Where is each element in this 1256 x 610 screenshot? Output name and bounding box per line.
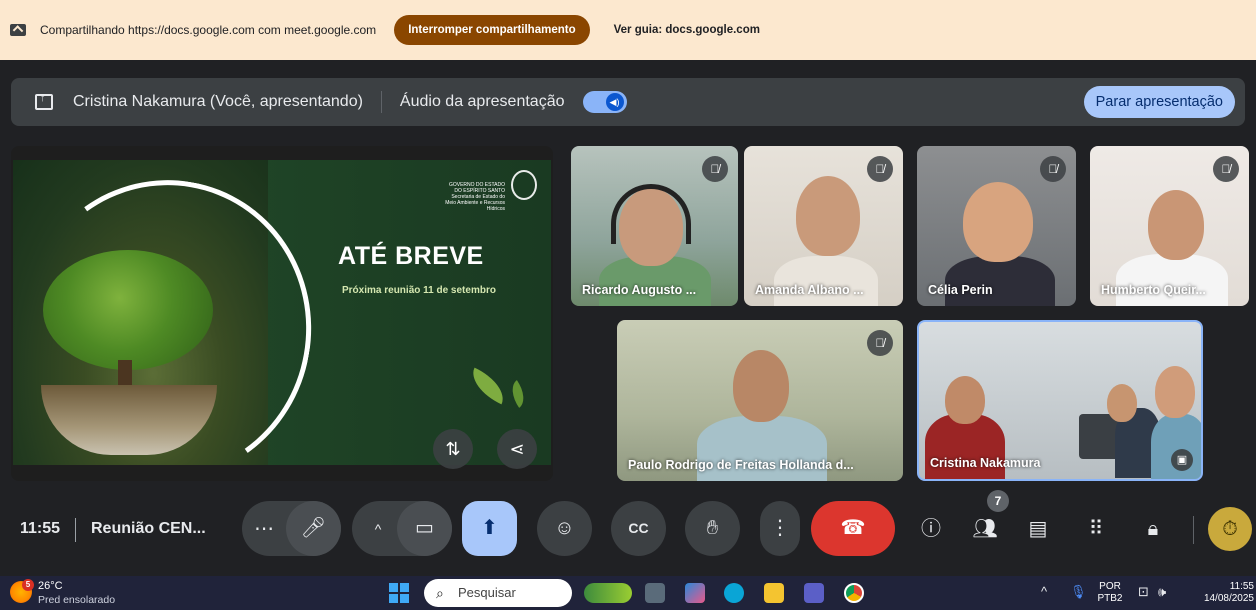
participant-face [963,182,1033,262]
stop-sharing-button[interactable]: Interromper compartilhamento [394,15,590,45]
present-screen-button[interactable]: ⬆ [462,501,517,556]
participant-face [1107,384,1137,422]
chevron-up-icon[interactable]: ^ [1041,584,1047,599]
share-icon[interactable]: ⋖ [497,429,537,469]
system-clock[interactable]: 11:55 14/08/2025 [1188,581,1254,605]
participant-name: Célia Perin [928,283,993,297]
picture-in-picture-icon[interactable]: ▣ [1171,449,1193,471]
timer-icon[interactable]: ⏱︎ [1208,507,1252,551]
slide-title: ATÉ BREVE [338,242,484,270]
emoji-reactions-button[interactable]: ☺ [537,501,592,556]
windows-taskbar: 5 26°C Pred ensolarado ⌕ Pesquisar ^ 🎙︎ … [0,576,1256,610]
search-placeholder: Pesquisar [458,585,516,600]
participant-face [1148,190,1204,260]
participant-name: Amanda Albano ... [755,283,864,297]
shared-presentation: GOVERNO DO ESTADO DO ESPÍRITO SANTO Secr… [11,146,553,481]
screen-share-icon [10,24,26,36]
participant-body [774,256,878,306]
view-tab-link[interactable]: Ver guia: docs.google.com [614,24,760,36]
taskbar-search-box[interactable]: ⌕ Pesquisar [424,579,572,607]
presenter-label: Cristina Nakamura (Você, apresentando) [73,93,363,110]
host-controls-lock-icon[interactable]: 🔒︎ [1133,509,1173,549]
meeting-time: 11:55 [20,520,61,537]
leaf-graphic [465,367,511,405]
sharing-message: Compartilhando https://docs.google.com c… [40,23,377,37]
stop-presenting-button[interactable]: Parar apresentação [1083,86,1235,118]
participant-body [1116,254,1228,306]
participant-name: Paulo Rodrigo de Freitas Hollanda d... [628,458,854,472]
meeting-info-icon[interactable]: ⓘ [911,509,951,549]
file-explorer-icon[interactable] [764,583,784,603]
participant-body [945,256,1055,306]
presentation-audio-toggle[interactable]: ◀) [582,91,627,113]
participant-tile[interactable]: 🎙̸ Célia Perin [917,146,1076,306]
divider [1193,516,1194,544]
participant-tile[interactable]: 🎙̸ Amanda Albano ... [744,146,903,306]
people-icon[interactable]: 👥︎ [965,509,1005,549]
widget-lizard-icon[interactable] [584,583,632,603]
mic-off-icon: 🎙̸ [1040,156,1066,182]
copilot-icon[interactable] [685,583,705,603]
more-options-button[interactable]: ⋮ [760,501,800,556]
participant-face [733,350,789,422]
weather-description: Pred ensolarado [38,594,116,606]
government-logo-text: GOVERNO DO ESTADO DO ESPÍRITO SANTO Secr… [445,182,505,212]
teams-icon[interactable] [804,583,824,603]
microphone-in-use-icon[interactable]: 🎙︎ [1070,584,1087,600]
presentation-bar: Cristina Nakamura (Você, apresentando) Á… [11,78,1245,126]
divider [75,518,76,542]
participant-face [796,176,860,256]
raise-hand-button[interactable]: ✋︎ [685,501,740,556]
participant-name: Cristina Nakamura [930,456,1041,470]
mic-off-icon: 🎙̸ [867,330,893,356]
swap-layout-button[interactable]: ⇅ [433,429,473,469]
volume-icon[interactable]: 🕪︎ [1158,584,1166,600]
slide-subtitle: Próxima reunião 11 de setembro [342,285,496,296]
state-seal-icon [511,170,537,200]
edge-browser-icon[interactable] [724,583,744,603]
audio-options-button[interactable]: ⋯ [244,509,284,549]
task-view-icon[interactable] [645,583,665,603]
meeting-name: Reunião CEN... [91,520,206,537]
search-icon: ⌕ [436,585,444,601]
participant-tile[interactable]: 🎙̸ Ricardo Augusto ... [571,146,738,306]
participant-name: Humberto Queir... [1101,283,1206,297]
mic-off-icon: 🎙̸ [702,156,728,182]
participant-tile[interactable]: 🎙̸ Paulo Rodrigo de Freitas Hollanda d..… [617,320,903,481]
chevron-up-icon[interactable]: ^ [358,509,398,549]
network-icon[interactable]: ⊡ [1138,584,1149,600]
call-controls-bar: 11:55 Reunião CEN... ⋯ 🎤︎ ^ ▭ ⬆ ☺ CC ✋︎ … [0,490,1256,570]
leave-call-button[interactable]: ☎︎ [811,501,895,556]
captions-button[interactable]: CC [611,501,666,556]
sharing-banner: Compartilhando https://docs.google.com c… [0,0,1256,60]
self-view-tile[interactable]: ▣ Cristina Nakamura [917,320,1203,481]
speaker-icon: ◀) [605,93,624,111]
participant-body [1151,414,1201,479]
weather-alert-badge: 5 [22,579,34,591]
temperature: 26°C [38,580,63,592]
mic-off-icon: 🎙̸ [1213,156,1239,182]
participant-face [945,376,985,424]
leaf-graphic [505,380,531,408]
windows-start-icon[interactable] [389,583,409,603]
camera-button[interactable]: ▭ [397,501,452,556]
input-language[interactable]: POR PTB2 [1094,581,1126,605]
headphones-graphic [611,184,691,244]
participant-tile[interactable]: 🎙̸ Humberto Queir... [1090,146,1249,306]
participant-body [925,414,1005,479]
presentation-audio-label: Áudio da apresentação [399,93,565,110]
slide-canvas: GOVERNO DO ESTADO DO ESPÍRITO SANTO Secr… [11,157,551,481]
microphone-button[interactable]: 🎤︎ [286,501,341,556]
chrome-browser-icon[interactable] [844,583,864,603]
activities-grid-icon[interactable]: ⠿ [1076,509,1116,549]
participant-face [1155,366,1195,418]
participant-name: Ricardo Augusto ... [582,283,697,297]
chat-icon[interactable]: ▤ [1018,509,1058,549]
present-screen-icon [35,92,53,110]
divider [380,91,382,113]
mic-off-icon: 🎙̸ [867,156,893,182]
